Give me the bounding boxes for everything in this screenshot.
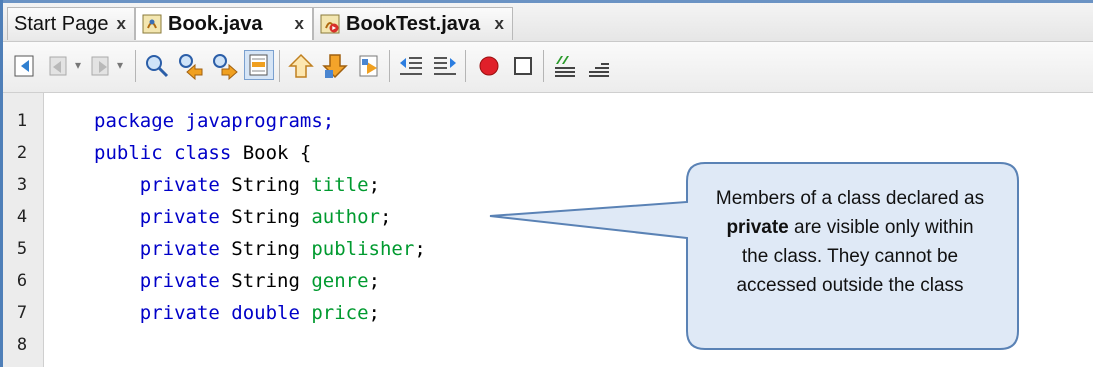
callout-line-2-rest: are visible only within [788, 217, 974, 238]
toolbar-separator [135, 50, 136, 82]
editor-tab-bar: Start Page x Book.java x BookTest.java x [3, 3, 1093, 42]
keyword-token: private [94, 174, 232, 196]
line-number: 5 [16, 239, 28, 259]
stop-macro-recording-icon[interactable] [509, 52, 537, 80]
field-name-token: price [311, 302, 369, 324]
line-number: 4 [16, 207, 28, 227]
line-number: 6 [16, 271, 28, 291]
toolbar-separator [465, 50, 466, 82]
editor-toolbar: ▾ ▾ [3, 42, 1093, 93]
keyword-token: public class [94, 142, 243, 164]
tab-close-button[interactable]: x [495, 14, 504, 34]
callout-text: Members of a class declared as private a… [690, 184, 1010, 300]
code-token: String [231, 270, 312, 292]
find-next-icon[interactable] [211, 52, 239, 80]
keyword-token: private [94, 270, 232, 292]
code-token: ; [414, 238, 426, 260]
tab-close-button[interactable]: x [117, 14, 126, 34]
forward-dropdown-icon[interactable]: ▾ [117, 58, 123, 72]
code-token: Book { [242, 142, 312, 164]
find-previous-icon[interactable] [177, 52, 205, 80]
toggle-highlight-icon[interactable] [244, 50, 274, 80]
callout-line-4: accessed outside the class [736, 275, 964, 296]
previous-bookmark-icon[interactable] [287, 52, 315, 80]
back-dropdown-icon[interactable]: ▾ [75, 58, 81, 72]
java-main-class-icon [320, 14, 340, 34]
back-icon[interactable] [45, 52, 73, 80]
tab-label: BookTest.java [346, 12, 481, 35]
toggle-bookmark-icon[interactable] [355, 52, 383, 80]
line-number: 1 [16, 111, 28, 131]
shift-left-icon[interactable] [397, 52, 425, 80]
keyword-token: package javaprograms; [94, 110, 335, 132]
code-token: String [231, 238, 312, 260]
code-line[interactable]: private String title; [94, 174, 380, 196]
field-name-token: genre [311, 270, 369, 292]
code-token: ; [368, 270, 381, 292]
field-name-token: title [311, 174, 369, 196]
tab-label: Book.java [168, 12, 263, 35]
keyword-token: private double [94, 302, 312, 324]
line-number-gutter [3, 93, 44, 367]
line-number: 7 [16, 303, 28, 323]
callout-line-2: private are visible only within [690, 213, 1010, 242]
next-bookmark-icon[interactable] [321, 52, 349, 80]
comment-icon[interactable] [551, 52, 579, 80]
tab-start-page[interactable]: Start Page x [7, 7, 135, 40]
code-token: String [231, 206, 312, 228]
toolbar-separator [389, 50, 390, 82]
start-macro-recording-icon[interactable] [475, 52, 503, 80]
code-line[interactable]: package javaprograms; [94, 110, 334, 132]
callout-line-3: the class. They cannot be [741, 246, 959, 267]
code-line[interactable]: private String genre; [94, 270, 380, 292]
code-token: ; [380, 206, 392, 228]
toolbar-separator [543, 50, 544, 82]
shift-right-icon[interactable] [431, 52, 459, 80]
tab-close-button[interactable]: x [295, 14, 304, 34]
tab-book-java[interactable]: Book.java x [135, 7, 313, 40]
toolbar-separator [279, 50, 280, 82]
tab-booktest-java[interactable]: BookTest.java x [313, 7, 513, 40]
find-selection-icon[interactable] [143, 52, 171, 80]
tab-label: Start Page [14, 12, 109, 35]
field-name-token: publisher [311, 238, 415, 260]
code-token: String [231, 174, 312, 196]
code-token: ; [368, 302, 380, 324]
last-edit-icon[interactable] [11, 52, 39, 80]
private-keyword-emphasis: private [726, 217, 789, 238]
uncomment-icon[interactable] [585, 52, 613, 80]
line-number: 2 [16, 143, 28, 163]
code-line[interactable]: private double price; [94, 302, 380, 324]
code-line[interactable]: private String author; [94, 206, 392, 228]
line-number: 8 [16, 335, 28, 355]
line-number: 3 [16, 175, 28, 195]
code-line[interactable]: public class Book { [94, 142, 311, 164]
code-line[interactable]: private String publisher; [94, 238, 426, 260]
keyword-token: private [94, 238, 232, 260]
code-token: ; [368, 174, 381, 196]
forward-icon[interactable] [87, 52, 115, 80]
callout-line-1: Members of a class declared as [715, 188, 985, 209]
keyword-token: private [94, 206, 232, 228]
java-class-icon [142, 14, 162, 34]
field-name-token: author [311, 206, 380, 228]
